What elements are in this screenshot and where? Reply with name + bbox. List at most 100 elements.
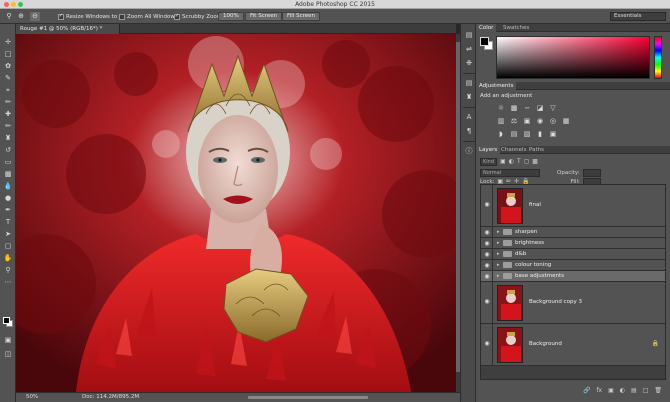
fill-screen-button[interactable]: Fill Screen (282, 12, 321, 21)
status-doc-size[interactable]: Doc: 114.2M/895.2M (82, 394, 139, 400)
zoom-all-windows-option[interactable]: Zoom All Windows (119, 12, 178, 21)
properties-panel-icon[interactable]: ❉ (464, 58, 474, 68)
visibility-eye-icon[interactable]: ◉ (483, 262, 491, 269)
layer-name[interactable]: sharpen (515, 229, 537, 235)
zoom-tool-sidebar-icon[interactable]: ⚲ (3, 266, 13, 275)
brush-panel-icon[interactable]: ▤ (464, 78, 474, 88)
group-expand-icon[interactable]: ▸ (497, 240, 500, 246)
layer-style-icon[interactable]: fx (596, 386, 602, 396)
vibrance-icon[interactable]: ▽ (548, 104, 558, 113)
fit-screen-button[interactable]: Fit Screen (245, 12, 283, 21)
visibility-eye-icon[interactable]: ◉ (483, 229, 491, 236)
visibility-eye-icon[interactable]: ◉ (483, 240, 491, 247)
layer-row[interactable]: ◉ final (481, 185, 665, 227)
dodge-tool-icon[interactable]: ● (3, 194, 13, 203)
exposure-icon[interactable]: ◪ (535, 104, 545, 113)
layer-name[interactable]: final (529, 202, 541, 208)
status-zoom[interactable]: 50% (26, 394, 38, 400)
layer-group-row[interactable]: ◉ ▸ sharpen (481, 227, 665, 238)
zoom-in-icon[interactable]: ⊕ (16, 12, 26, 21)
layer-group-row[interactable]: ◉ ▸ brightness (481, 238, 665, 249)
resize-windows-checkbox[interactable]: ✓ (58, 13, 64, 20)
filter-pixel-icon[interactable]: ▣ (500, 158, 506, 165)
blend-mode-select[interactable]: Normal (480, 168, 540, 177)
move-tool-icon[interactable]: ✛ (3, 38, 13, 47)
new-layer-icon[interactable]: □ (643, 386, 649, 396)
color-lookup-icon[interactable]: ▦ (561, 117, 571, 126)
new-group-icon[interactable]: ▤ (631, 386, 637, 396)
rectangle-tool-icon[interactable]: ▢ (3, 242, 13, 251)
resize-windows-option[interactable]: ✓ Resize Windows to Fit (58, 12, 125, 21)
layer-name[interactable]: base adjustments (515, 273, 564, 279)
black-white-icon[interactable]: ▣ (522, 117, 532, 126)
workspace-select[interactable]: Essentials (610, 12, 666, 21)
healing-brush-tool-icon[interactable]: ✚ (3, 110, 13, 119)
document-tab[interactable]: Rouge #1 @ 50% (RGB/16*) * (16, 24, 120, 34)
type-tool-icon[interactable]: T (3, 218, 13, 227)
quick-selection-tool-icon[interactable]: ✎ (3, 74, 13, 83)
layer-name[interactable]: Background (529, 341, 562, 347)
filter-adjustment-icon[interactable]: ◐ (509, 158, 514, 165)
hand-tool-icon[interactable]: ✋ (3, 254, 13, 263)
paragraph-panel-icon[interactable]: ¶ (464, 126, 474, 136)
link-layers-icon[interactable]: 🔗 (583, 386, 590, 396)
eraser-tool-icon[interactable]: ▭ (3, 158, 13, 167)
clone-source-icon[interactable]: ♜ (464, 92, 474, 102)
hue-slider[interactable] (654, 36, 662, 79)
canvas-area[interactable] (16, 34, 456, 392)
visibility-eye-icon[interactable]: ◉ (483, 201, 491, 208)
layer-group-row[interactable]: ◉ ▸ base adjustments (481, 271, 665, 282)
visibility-eye-icon[interactable]: ◉ (483, 273, 491, 280)
group-expand-icon[interactable]: ▸ (497, 273, 500, 279)
posterize-icon[interactable]: ▤ (509, 130, 519, 139)
crop-tool-icon[interactable]: ⌖ (3, 86, 13, 95)
channel-mixer-icon[interactable]: ◎ (548, 117, 558, 126)
layer-group-row[interactable]: ◉ ▸ colour toning (481, 260, 665, 271)
panel-foreground-swatch[interactable] (480, 37, 489, 46)
scrubby-zoom-checkbox[interactable]: ✓ (174, 13, 180, 20)
history-panel-icon[interactable]: ▤ (464, 30, 474, 40)
lasso-tool-icon[interactable]: ✿ (3, 62, 13, 71)
info-panel-icon[interactable]: ⓘ (464, 146, 474, 156)
color-balance-icon[interactable]: ⚖ (509, 117, 519, 126)
marquee-tool-icon[interactable]: □ (3, 50, 13, 59)
blur-tool-icon[interactable]: 💧 (3, 182, 13, 191)
history-brush-tool-icon[interactable]: ↺ (3, 146, 13, 155)
layer-row[interactable]: ◉ Background 🔒 (481, 324, 665, 366)
tab-color[interactable]: Color (476, 24, 497, 32)
screen-mode-icon[interactable]: ◫ (3, 350, 13, 359)
gradient-map-icon[interactable]: ▮ (535, 130, 545, 139)
visibility-eye-icon[interactable]: ◉ (483, 298, 491, 305)
brightness-contrast-icon[interactable]: ☼ (496, 104, 506, 113)
selective-color-icon[interactable]: ▣ (548, 130, 558, 139)
layer-name[interactable]: brightness (515, 240, 544, 246)
layer-row[interactable]: ◉ Background copy 3 (481, 282, 665, 324)
eyedropper-tool-icon[interactable]: ✏ (3, 98, 13, 107)
layer-list[interactable]: ◉ final ◉ ▸ sharpen ◉ ▸ brightness ◉ ▸ d… (480, 184, 666, 380)
zoom-tool-icon[interactable]: ⚲ (4, 12, 14, 21)
hue-saturation-icon[interactable]: ▥ (496, 117, 506, 126)
brush-tool-icon[interactable]: ✏ (3, 122, 13, 131)
layer-name[interactable]: d&b (515, 251, 526, 257)
curves-icon[interactable]: ∽ (522, 104, 532, 113)
zoom-out-icon[interactable]: ⊖ (30, 12, 40, 21)
group-expand-icon[interactable]: ▸ (497, 229, 500, 235)
new-adjustment-layer-icon[interactable]: ◐ (620, 386, 625, 396)
zoom-all-windows-checkbox[interactable] (119, 13, 125, 20)
tab-adjustments[interactable]: Adjustments (476, 82, 517, 90)
layer-name[interactable]: colour toning (515, 262, 551, 268)
photo-filter-icon[interactable]: ◉ (535, 117, 545, 126)
filter-smart-object-icon[interactable]: ▩ (532, 158, 538, 165)
quick-mask-icon[interactable]: ▣ (3, 336, 13, 345)
pen-tool-icon[interactable]: ✒ (3, 206, 13, 215)
foreground-color-swatch[interactable] (3, 317, 10, 324)
gradient-tool-icon[interactable]: ▩ (3, 170, 13, 179)
group-expand-icon[interactable]: ▸ (497, 251, 500, 257)
invert-icon[interactable]: ◗ (496, 130, 506, 139)
filter-type-icon[interactable]: T (517, 158, 521, 165)
filter-shape-icon[interactable]: ▢ (524, 158, 530, 165)
scrubby-zoom-option[interactable]: ✓ Scrubby Zoom (174, 12, 222, 21)
zoom-100-button[interactable]: 100% (218, 12, 244, 21)
extra-tools-icon[interactable]: ⋯ (3, 278, 13, 287)
clone-stamp-tool-icon[interactable]: ♜ (3, 134, 13, 143)
